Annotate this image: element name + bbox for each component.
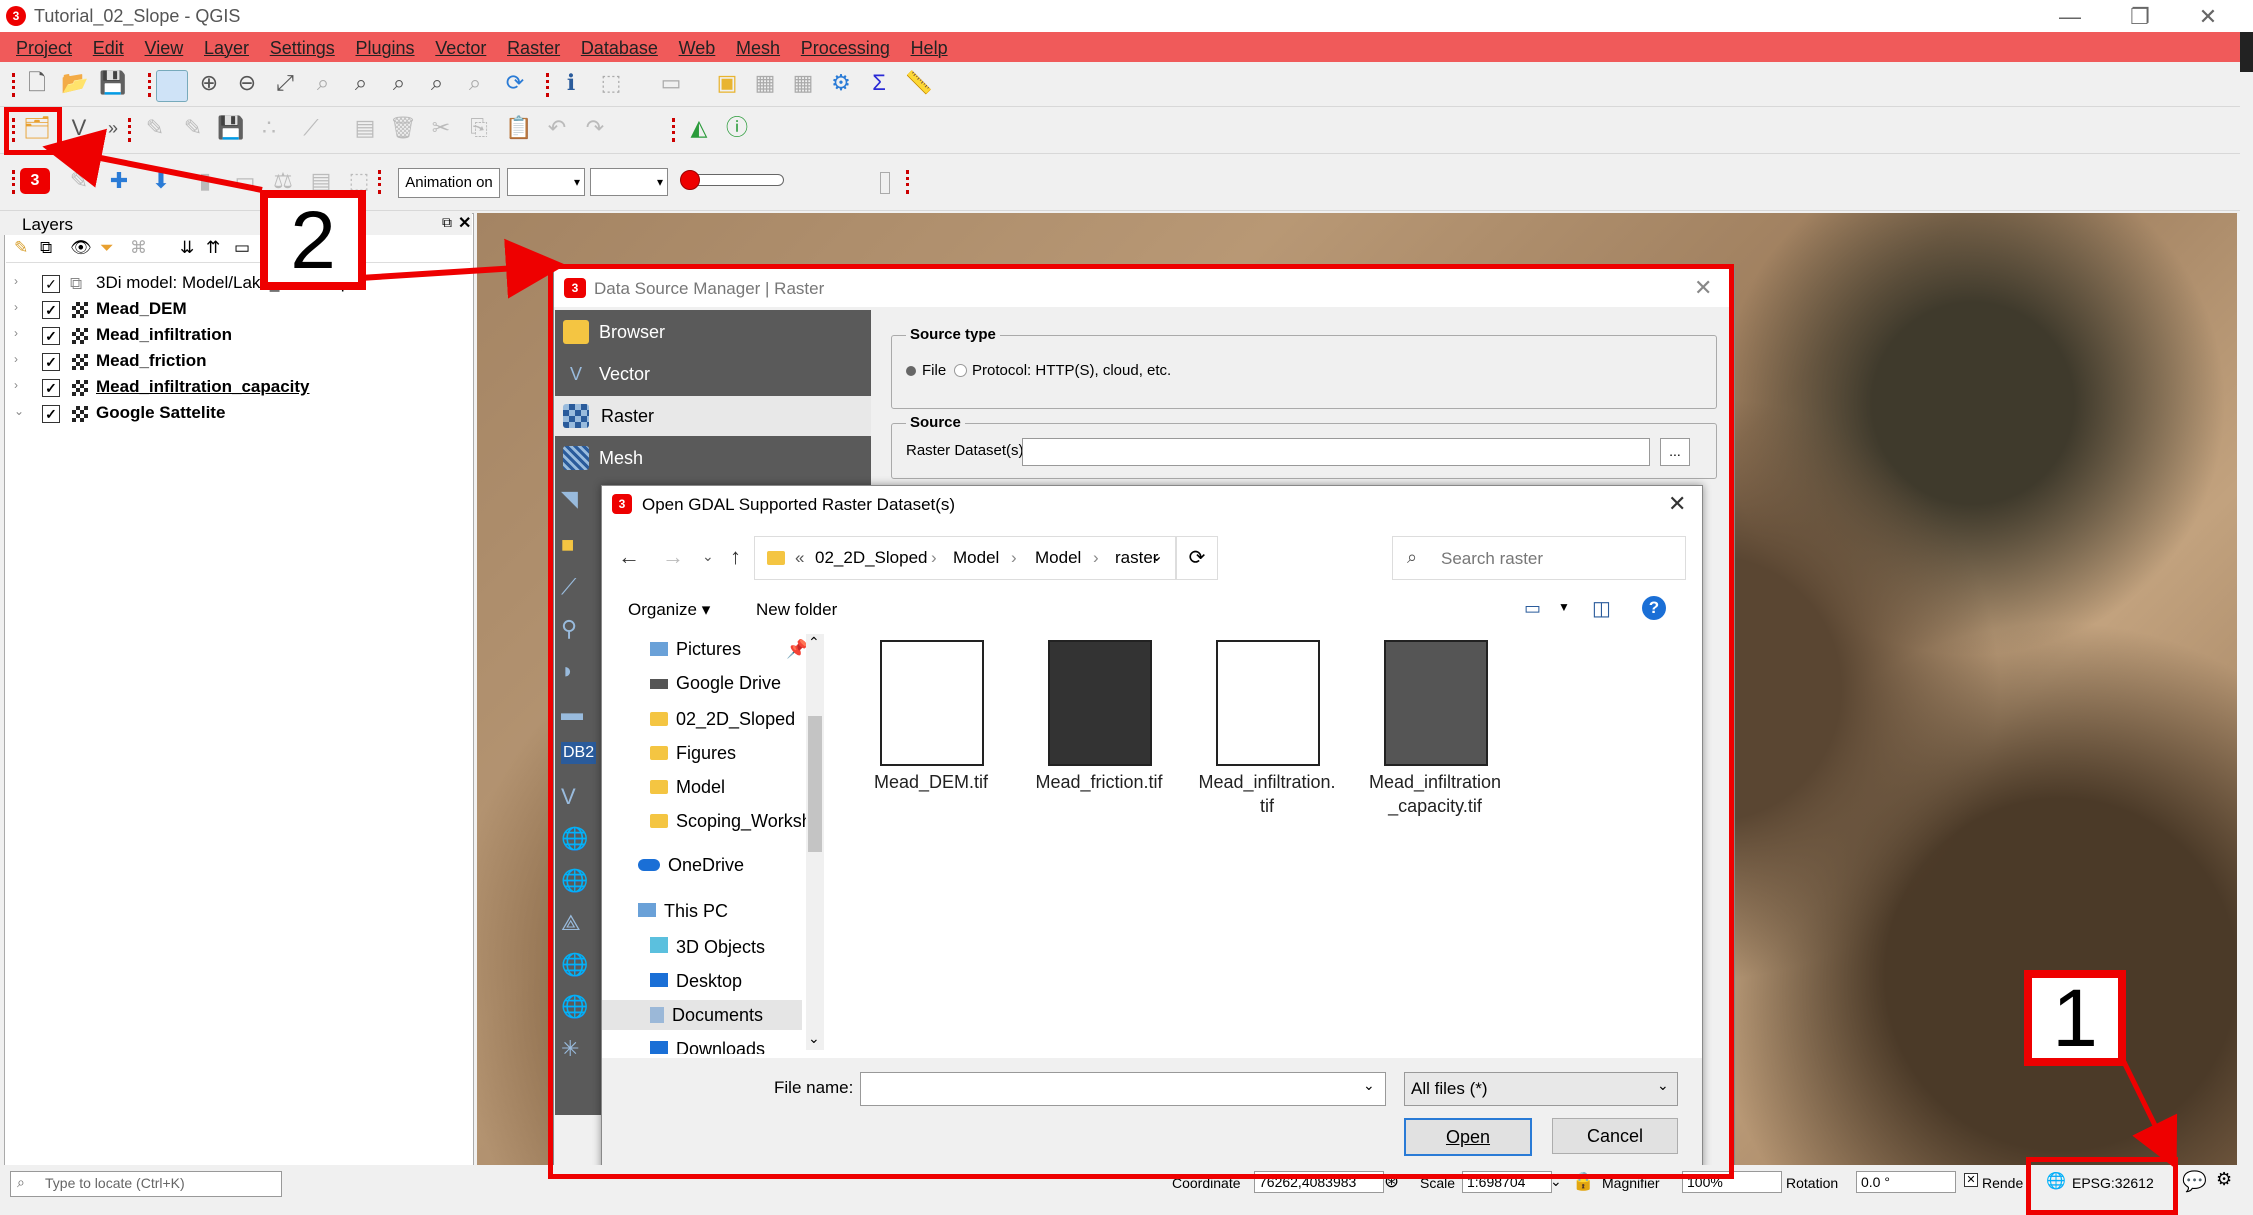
- annotation-arrows: [42, 128, 2178, 1170]
- arrow-to-dsm-window: [359, 238, 566, 299]
- annotation-number-two: 2: [260, 190, 366, 290]
- annotation-number-one: 1: [2024, 970, 2126, 1066]
- arrow-to-crs: [2121, 1060, 2178, 1170]
- arrow-to-dsm-icon: [42, 128, 263, 193]
